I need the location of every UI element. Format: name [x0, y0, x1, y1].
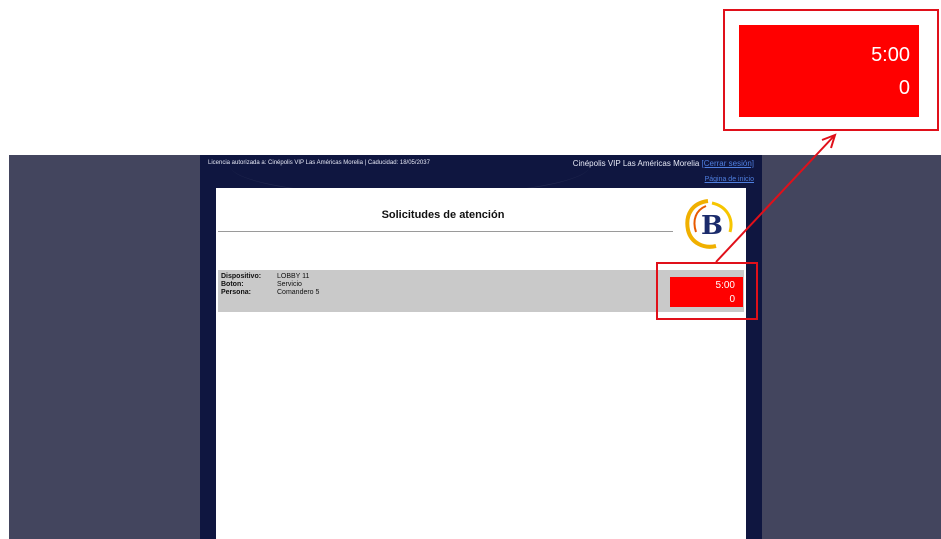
license-text: Licencia autorizada a: Cinépolis VIP Las…	[208, 160, 430, 166]
logo-letter: B	[701, 211, 723, 241]
connector-arrowhead	[821, 133, 837, 149]
zoom-timer-value: 5:00	[871, 44, 910, 66]
person-value: Comandero 5	[277, 289, 320, 296]
button-value: Servicio	[277, 281, 302, 288]
right-background-panel	[762, 155, 941, 539]
b-logo-icon: B	[685, 199, 733, 249]
device-value: LOBBY 11	[277, 273, 310, 280]
logout-link[interactable]: [Cerrar sesión]	[702, 159, 754, 168]
button-label: Boton:	[221, 281, 244, 288]
page-title: Solicitudes de atención	[381, 209, 505, 221]
app-frame: Licencia autorizada a: Cinépolis VIP Las…	[200, 155, 762, 539]
highlight-rectangle	[656, 262, 758, 320]
left-background-panel	[9, 155, 200, 539]
zoom-timer-box: 5:00 0	[739, 25, 919, 117]
zoom-callout-frame: 5:00 0	[723, 9, 939, 131]
screenshot-stage: Licencia autorizada a: Cinépolis VIP Las…	[0, 0, 941, 539]
title-divider	[218, 231, 673, 232]
main-content: Solicitudes de atención B Dispositivo: L…	[216, 188, 746, 539]
zoom-timer-count: 0	[898, 77, 910, 99]
home-link[interactable]: Página de inicio	[705, 176, 754, 183]
person-label: Persona:	[221, 289, 251, 296]
site-name-label: Cinépolis VIP Las Américas Morelia	[572, 159, 700, 168]
device-label: Dispositivo:	[221, 273, 262, 280]
site-name: Cinépolis VIP Las Américas Morelia [Cerr…	[573, 159, 754, 168]
